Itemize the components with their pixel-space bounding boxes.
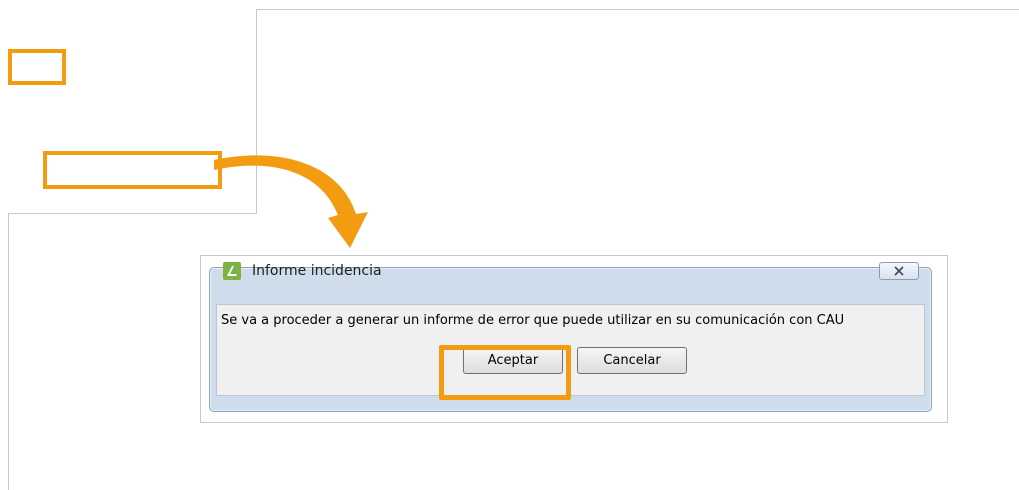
highlight-box-menu-item xyxy=(43,151,222,189)
app-logo-icon xyxy=(223,262,241,280)
close-button[interactable] xyxy=(879,262,919,280)
cancel-button[interactable]: Cancelar xyxy=(577,347,687,374)
dialog-screenshot-frame: Informe incidencia Se va a proceder a ge… xyxy=(200,255,948,423)
close-icon xyxy=(894,266,904,276)
dialog-message: Se va a proceder a generar un informe de… xyxy=(221,313,845,328)
tutorial-canvas: Informe incidencia Se va a proceder a ge… xyxy=(0,0,1019,490)
dialog-title: Informe incidencia xyxy=(252,263,382,279)
highlight-box-accept-button xyxy=(439,345,571,400)
dialog-titlebar[interactable]: Informe incidencia xyxy=(210,262,931,302)
curved-arrow-icon xyxy=(214,155,368,248)
highlight-box-menu xyxy=(8,49,66,85)
